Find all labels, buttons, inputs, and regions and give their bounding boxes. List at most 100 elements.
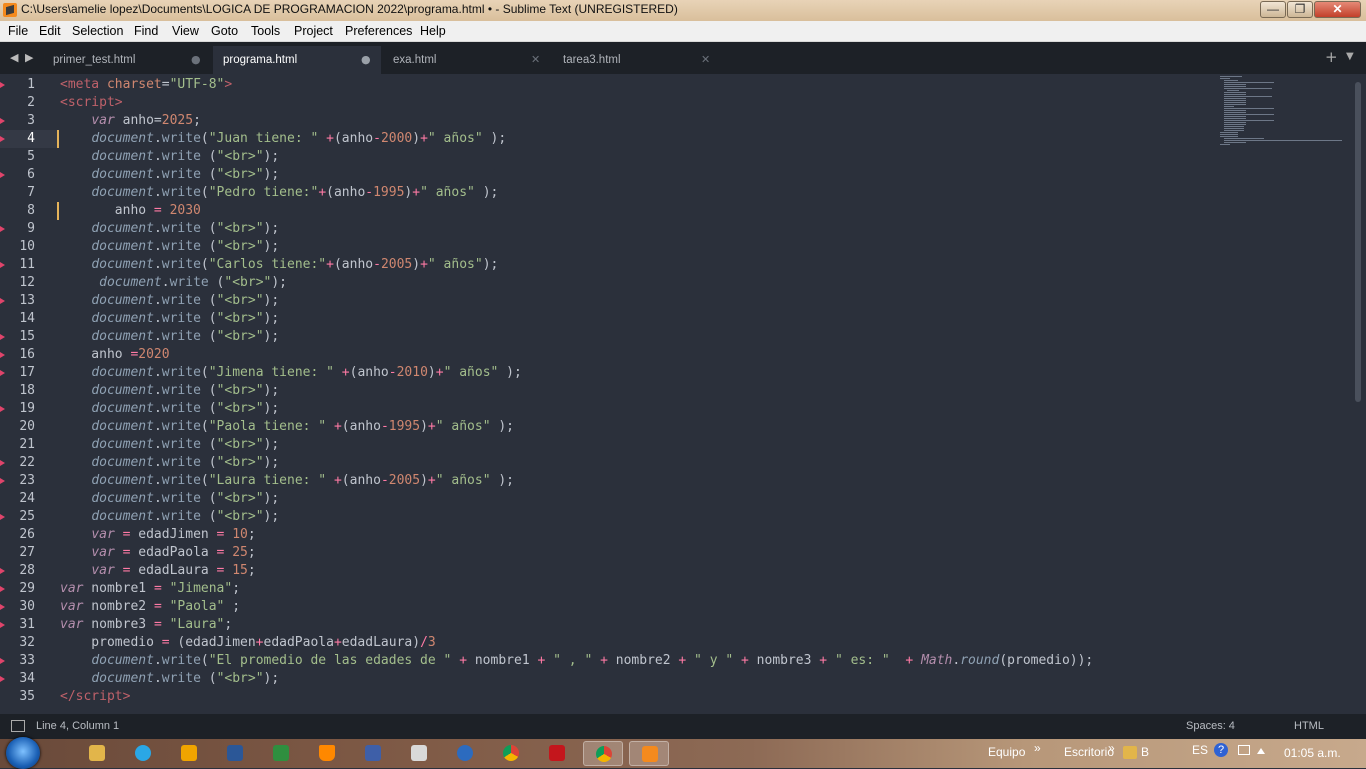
minimap[interactable] — [1218, 74, 1348, 154]
chrome-taskbar-icon[interactable] — [491, 741, 531, 766]
diff-marker-icon — [0, 352, 5, 358]
acrobat-taskbar-icon[interactable] — [537, 741, 577, 766]
line-number: 20 — [19, 419, 35, 434]
code-line-2: <script> — [60, 95, 123, 110]
menu-view[interactable]: View — [172, 24, 199, 38]
code-line-21: document.write ("<br>"); — [91, 437, 280, 452]
cursor-position: Line 4, Column 1 — [36, 720, 120, 732]
media-player-taskbar-icon[interactable] — [169, 741, 209, 766]
diff-marker-icon — [0, 460, 5, 466]
equipo-chevron-icon[interactable]: » — [1034, 741, 1041, 755]
word-taskbar-icon[interactable] — [215, 741, 255, 766]
diff-marker-icon — [0, 514, 5, 520]
chrome-active-taskbar-icon[interactable] — [583, 741, 623, 766]
help-icon[interactable]: ? — [1214, 743, 1228, 757]
tab-tarea3[interactable]: tarea3.html ✕ — [553, 46, 721, 74]
tab-programa[interactable]: programa.html ● — [213, 46, 381, 74]
window-title: C:\Users\amelie lopez\Documents\LOGICA D… — [21, 2, 678, 16]
menu-preferences[interactable]: Preferences — [345, 24, 412, 38]
line-number: 13 — [19, 293, 35, 308]
diff-marker-icon — [0, 262, 5, 268]
new-tab-icon[interactable]: + — [1325, 48, 1338, 66]
diff-marker-icon — [0, 406, 5, 412]
calculator-taskbar-icon[interactable] — [399, 741, 439, 766]
diff-marker-icon — [0, 136, 5, 142]
line-number: 8 — [27, 203, 35, 218]
tab-label: primer_test.html — [53, 54, 136, 66]
line-number: 32 — [19, 635, 35, 650]
tray-expand-icon[interactable] — [1257, 748, 1265, 754]
modified-line-indicator — [57, 130, 59, 148]
panel-toggle-icon[interactable] — [11, 720, 25, 732]
vertical-scrollbar[interactable] — [1355, 82, 1361, 402]
line-number: 18 — [19, 383, 35, 398]
diff-marker-icon — [0, 568, 5, 574]
code-line-18: document.write ("<br>"); — [91, 383, 280, 398]
line-number: 27 — [19, 545, 35, 560]
diff-marker-icon — [0, 370, 5, 376]
close-tab-icon[interactable]: ✕ — [531, 53, 540, 66]
line-number: 25 — [19, 509, 35, 524]
dirty-dot-icon[interactable]: ● — [191, 53, 201, 66]
equipo-toolbar[interactable]: Equipo — [988, 745, 1025, 759]
code-line-16: anho =2020 — [60, 347, 170, 362]
taskbar: Equipo » Escritorio » B ES ? 01:05 a.m. — [0, 737, 1366, 769]
sublime-active-taskbar-icon[interactable] — [629, 741, 669, 766]
indentation-setting[interactable]: Spaces: 4 — [1186, 720, 1235, 732]
folder-icon[interactable] — [1123, 746, 1137, 759]
code-line-28: var = edadLaura = 15; — [91, 563, 256, 578]
close-button[interactable]: ✕ — [1314, 1, 1361, 18]
line-number: 11 — [19, 257, 35, 272]
escritorio-toolbar[interactable]: Escritorio — [1064, 745, 1114, 759]
menu-edit[interactable]: Edit — [39, 24, 61, 38]
menu-selection[interactable]: Selection — [72, 24, 123, 38]
code-line-35: </script> — [60, 689, 131, 704]
vlc-taskbar-icon[interactable] — [307, 741, 347, 766]
network-icon[interactable] — [1238, 745, 1250, 755]
line-gutter: 1 2 3 4 5 6 7 8 9 10 11 12 13 14 15 16 17 18 19 20 21 22 23 24 2… — [0, 74, 59, 714]
diff-marker-icon — [0, 604, 5, 610]
mu-taskbar-icon[interactable] — [445, 741, 485, 766]
code-line-13: document.write ("<br>"); — [91, 293, 280, 308]
line-number: 33 — [19, 653, 35, 668]
tab-label: exa.html — [393, 54, 437, 66]
line-number: 34 — [19, 671, 35, 686]
code-line-23: document.write("Laura tiene: " +(anho-20… — [91, 473, 515, 488]
disk-utility-taskbar-icon[interactable] — [353, 741, 393, 766]
excel-taskbar-icon[interactable] — [261, 741, 301, 766]
line-number: 10 — [19, 239, 35, 254]
menu-help[interactable]: Help — [420, 24, 446, 38]
menu-file[interactable]: File — [8, 24, 28, 38]
skype-taskbar-icon[interactable] — [123, 741, 163, 766]
menu-project[interactable]: Project — [294, 24, 333, 38]
maximize-button[interactable]: ❐ — [1287, 1, 1313, 18]
code-line-6: document.write ("<br>"); — [91, 167, 280, 182]
editor[interactable]: 1 2 3 4 5 6 7 8 9 10 11 12 13 14 15 16 17 18 19 20 21 22 23 24 2… — [0, 74, 1366, 714]
code-line-34: document.write ("<br>"); — [91, 671, 280, 686]
diff-marker-icon — [0, 586, 5, 592]
menu-find[interactable]: Find — [134, 24, 158, 38]
syntax-setting[interactable]: HTML — [1294, 720, 1324, 732]
line-number: 22 — [19, 455, 35, 470]
escritorio-chevron-icon[interactable]: » — [1108, 741, 1115, 755]
dirty-dot-icon[interactable]: ● — [361, 53, 371, 66]
line-number: 9 — [27, 221, 35, 236]
line-number: 35 — [19, 689, 35, 704]
code-line-26: var = edadJimen = 10; — [91, 527, 256, 542]
start-button[interactable] — [6, 737, 40, 769]
b-toolbar[interactable]: B — [1141, 745, 1149, 759]
tab-exa[interactable]: exa.html ✕ — [383, 46, 551, 74]
minimize-button[interactable]: — — [1260, 1, 1286, 18]
tab-menu-icon[interactable]: ▼ — [1346, 51, 1354, 62]
tab-prev-icon[interactable]: ◀ — [10, 51, 18, 64]
code-line-20: document.write("Paola tiene: " +(anho-19… — [91, 419, 515, 434]
menu-goto[interactable]: Goto — [211, 24, 238, 38]
clock[interactable]: 01:05 a.m. — [1284, 746, 1341, 760]
diff-marker-icon — [0, 298, 5, 304]
tab-primer-test[interactable]: primer_test.html ● — [43, 46, 211, 74]
explorer-taskbar-icon[interactable] — [77, 741, 117, 766]
language-indicator[interactable]: ES — [1192, 743, 1208, 757]
menu-tools[interactable]: Tools — [251, 24, 280, 38]
close-tab-icon[interactable]: ✕ — [701, 53, 710, 66]
tab-next-icon[interactable]: ▶ — [25, 51, 33, 64]
